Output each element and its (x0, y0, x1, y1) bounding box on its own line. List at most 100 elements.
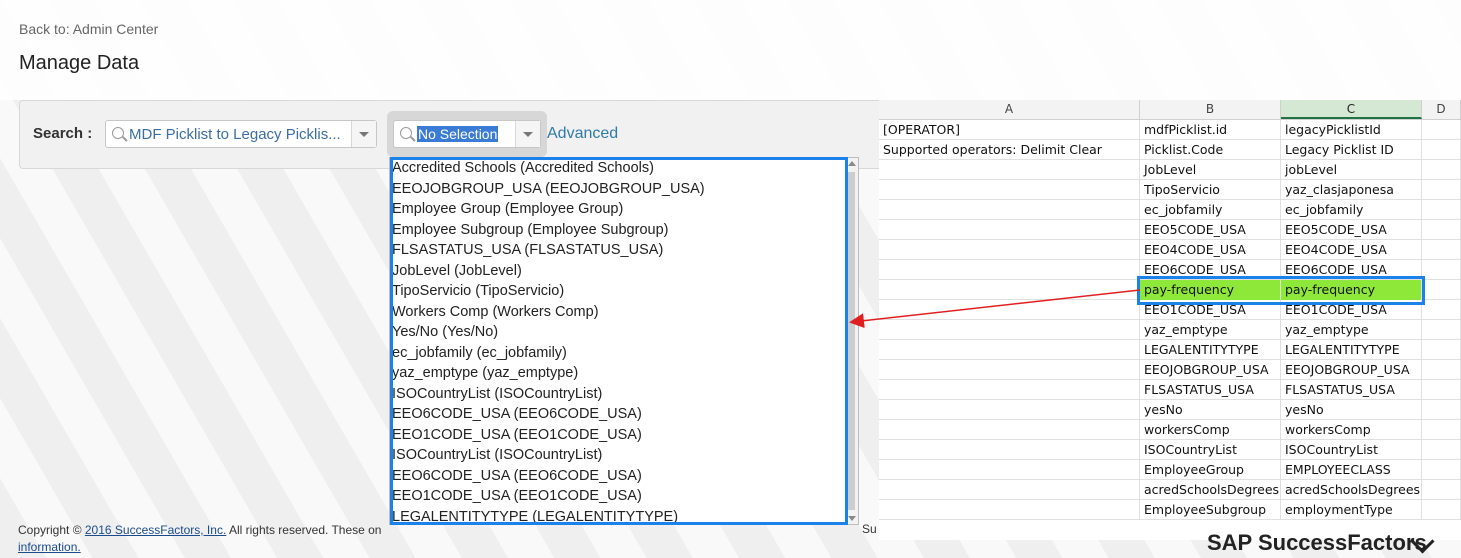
dropdown-option[interactable]: Accredited Schools (Accredited Schools) (392, 158, 705, 179)
cell-b[interactable]: acredSchoolsDegrees (1140, 480, 1281, 500)
cell-a[interactable] (879, 440, 1140, 460)
dropdown-option[interactable]: Yes/No (Yes/No) (392, 322, 705, 343)
cell-c[interactable]: LEGALENTITYTYPE (1281, 340, 1422, 360)
selection-value[interactable]: No Selection (417, 126, 499, 142)
chevron-down-icon[interactable] (515, 121, 540, 147)
dropdown-option[interactable]: EEO1CODE_USA (EEO1CODE_USA) (392, 425, 705, 446)
cell-a[interactable] (879, 280, 1140, 300)
cell-c[interactable]: EEO1CODE_USA (1281, 300, 1422, 320)
cell-d[interactable] (1422, 380, 1461, 400)
cell-c[interactable]: EEO4CODE_USA (1281, 240, 1422, 260)
cell-c[interactable]: legacyPicklistId (1281, 120, 1422, 140)
cell-b[interactable]: EEO5CODE_USA (1140, 220, 1281, 240)
cell-c[interactable]: employmentType (1281, 500, 1422, 520)
cell-b[interactable]: Picklist.Code (1140, 140, 1281, 160)
dropdown-option[interactable]: Workers Comp (Workers Comp) (392, 302, 705, 323)
cell-a[interactable] (879, 200, 1140, 220)
cell-d[interactable] (1422, 180, 1461, 200)
cell-a[interactable]: Supported operators: Delimit Clear (879, 140, 1140, 160)
cell-c[interactable]: acredSchoolsDegrees (1281, 480, 1422, 500)
cell-c[interactable]: EEO5CODE_USA (1281, 220, 1422, 240)
object-type-combobox[interactable]: MDF Picklist to Legacy Picklis... (105, 120, 377, 148)
cell-a[interactable] (879, 340, 1140, 360)
cell-d[interactable] (1422, 460, 1461, 480)
cell-d[interactable] (1422, 160, 1461, 180)
cell-a[interactable] (879, 400, 1140, 420)
cell-d[interactable] (1422, 480, 1461, 500)
cell-b[interactable]: ec_jobfamily (1140, 200, 1281, 220)
cell-b[interactable]: EEO4CODE_USA (1140, 240, 1281, 260)
cell-a[interactable] (879, 320, 1140, 340)
cell-c[interactable]: EEOJOBGROUP_USA (1281, 360, 1422, 380)
cell-d[interactable] (1422, 440, 1461, 460)
dropdown-option[interactable]: Employee Subgroup (Employee Subgroup) (392, 220, 705, 241)
advanced-search-link[interactable]: Advanced (547, 125, 618, 143)
cell-a[interactable] (879, 220, 1140, 240)
cell-b[interactable]: EmployeeSubgroup (1140, 500, 1281, 520)
dropdown-option[interactable]: EEO6CODE_USA (EEO6CODE_USA) (392, 404, 705, 425)
cell-b[interactable]: workersComp (1140, 420, 1281, 440)
cell-d[interactable] (1422, 320, 1461, 340)
cell-d[interactable] (1422, 280, 1461, 300)
cell-a[interactable] (879, 460, 1140, 480)
information-link[interactable]: information. (18, 540, 81, 554)
dropdown-option[interactable]: LEGALENTITYTYPE (LEGALENTITYTYPE) (392, 507, 705, 525)
dropdown-option[interactable]: ISOCountryList (ISOCountryList) (392, 445, 705, 466)
cell-c[interactable]: EMPLOYEECLASS (1281, 460, 1422, 480)
cell-b[interactable]: EEOJOBGROUP_USA (1140, 360, 1281, 380)
cell-c[interactable]: EEO6CODE_USA (1281, 260, 1422, 280)
dropdown-option[interactable]: yaz_emptype (yaz_emptype) (392, 363, 705, 384)
dropdown-option[interactable]: EEO1CODE_USA (EEO1CODE_USA) (392, 486, 705, 507)
scroll-down-icon[interactable] (848, 516, 856, 521)
column-header-a[interactable]: A (879, 100, 1140, 119)
column-header-d[interactable]: D (1422, 100, 1461, 119)
cell-c[interactable]: FLSASTATUS_USA (1281, 380, 1422, 400)
column-header-b[interactable]: B (1140, 100, 1281, 119)
scrollbar-thumb[interactable] (848, 172, 855, 510)
cell-d[interactable] (1422, 500, 1461, 520)
cell-b[interactable]: FLSASTATUS_USA (1140, 380, 1281, 400)
cell-c[interactable]: ec_jobfamily (1281, 200, 1422, 220)
dropdown-scrollbar[interactable] (845, 158, 858, 524)
chevron-down-icon[interactable] (351, 121, 376, 147)
dropdown-option[interactable]: TipoServicio (TipoServicio) (392, 281, 705, 302)
cell-a[interactable] (879, 480, 1140, 500)
cell-a[interactable] (879, 380, 1140, 400)
cell-b[interactable]: mdfPicklist.id (1140, 120, 1281, 140)
cell-b[interactable]: EmployeeGroup (1140, 460, 1281, 480)
cell-a[interactable] (879, 500, 1140, 520)
cell-c[interactable]: ISOCountryList (1281, 440, 1422, 460)
cell-d[interactable] (1422, 340, 1461, 360)
cell-b[interactable]: yaz_emptype (1140, 320, 1281, 340)
column-header-c[interactable]: C (1281, 100, 1422, 119)
cell-a[interactable] (879, 180, 1140, 200)
back-to-admin-center-link[interactable]: Back to: Admin Center (19, 21, 158, 37)
cell-b[interactable]: pay-frequency (1140, 280, 1281, 300)
cell-a[interactable] (879, 240, 1140, 260)
cell-a[interactable] (879, 300, 1140, 320)
scroll-up-icon[interactable] (848, 161, 856, 166)
dropdown-option[interactable]: Employee Group (Employee Group) (392, 199, 705, 220)
cell-d[interactable] (1422, 200, 1461, 220)
cell-b[interactable]: EEO6CODE_USA (1140, 260, 1281, 280)
cell-c[interactable]: jobLevel (1281, 160, 1422, 180)
cell-b[interactable]: TipoServicio (1140, 180, 1281, 200)
dropdown-option[interactable]: ISOCountryList (ISOCountryList) (392, 384, 705, 405)
dropdown-option[interactable]: ec_jobfamily (ec_jobfamily) (392, 343, 705, 364)
cell-a[interactable] (879, 260, 1140, 280)
dropdown-option[interactable]: JobLevel (JobLevel) (392, 261, 705, 282)
cell-c[interactable]: yaz_emptype (1281, 320, 1422, 340)
cell-a[interactable] (879, 420, 1140, 440)
cell-c[interactable]: pay-frequency (1281, 280, 1422, 300)
selection-dropdown-list[interactable]: Accredited Schools (Accredited Schools) E… (389, 157, 859, 525)
cell-d[interactable] (1422, 120, 1461, 140)
cell-d[interactable] (1422, 420, 1461, 440)
cell-a[interactable]: [OPERATOR] (879, 120, 1140, 140)
cell-c[interactable]: Legacy Picklist ID (1281, 140, 1422, 160)
cell-a[interactable] (879, 160, 1140, 180)
cell-c[interactable]: workersComp (1281, 420, 1422, 440)
successfactors-link[interactable]: 2016 SuccessFactors, Inc. (85, 523, 226, 537)
cell-b[interactable]: ISOCountryList (1140, 440, 1281, 460)
dropdown-option[interactable]: FLSASTATUS_USA (FLSASTATUS_USA) (392, 240, 705, 261)
cell-d[interactable] (1422, 360, 1461, 380)
